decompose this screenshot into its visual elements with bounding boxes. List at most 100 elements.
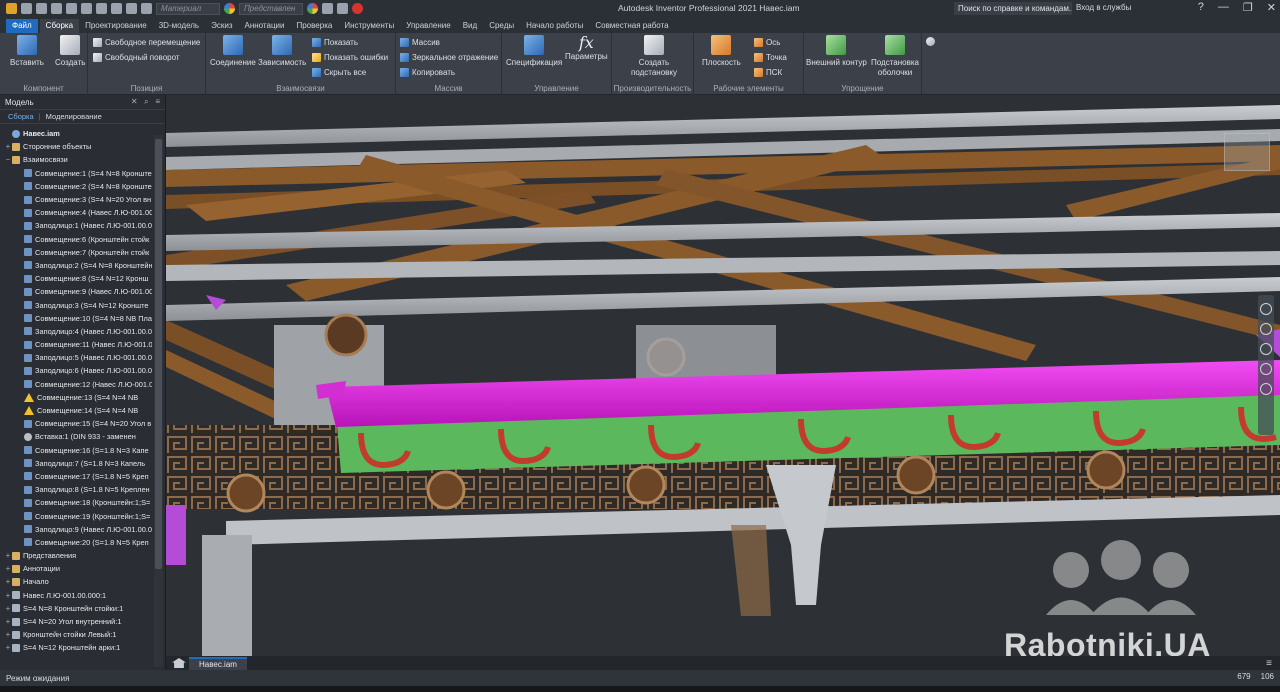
- tree-row[interactable]: + Навес Л.Ю-001.00.000:1: [0, 589, 152, 602]
- tab-collaborate[interactable]: Совместная работа: [589, 19, 674, 33]
- tree-row[interactable]: Совмещение:3 (S=4 N=20 Угол вн: [0, 193, 152, 206]
- material-select[interactable]: Материал: [156, 2, 220, 15]
- expand-icon[interactable]: +: [4, 617, 12, 626]
- expand-icon[interactable]: +: [4, 630, 12, 639]
- expand-icon[interactable]: +: [4, 577, 12, 586]
- tree-row[interactable]: Совмещение:4 (Навес Л.Ю-001.00: [0, 206, 152, 219]
- plus-icon[interactable]: [352, 3, 363, 14]
- expand-icon[interactable]: +: [4, 591, 12, 600]
- tree-row[interactable]: + S=4 N=20 Угол внутренний:1: [0, 615, 152, 628]
- save-icon[interactable]: [51, 3, 62, 14]
- insert-button[interactable]: Вставить: [10, 35, 44, 67]
- tree-row[interactable]: Совмещение:7 (Кронштейн стойк: [0, 246, 152, 259]
- tab-design[interactable]: Проектирование: [79, 19, 153, 33]
- look-at-icon[interactable]: [1260, 383, 1272, 395]
- tab-annotate[interactable]: Аннотации: [238, 19, 290, 33]
- tree-row[interactable]: + Кронштейн стойки Левый:1: [0, 628, 152, 641]
- tree-row[interactable]: Навес.iam: [0, 127, 152, 140]
- tree-row[interactable]: + S=4 N=12 Кронштейн арки:1: [0, 641, 152, 654]
- tree-row[interactable]: Заподлицо:7 (S=1.8 N=3 Капель: [0, 457, 152, 470]
- help-search-input[interactable]: Поиск по справке и командам...: [954, 2, 1072, 15]
- pan-icon[interactable]: [1260, 323, 1272, 335]
- select-icon[interactable]: [126, 3, 137, 14]
- tree-row[interactable]: + Начало: [0, 575, 152, 588]
- tab-sketch[interactable]: Эскиз: [205, 19, 238, 33]
- tree-row[interactable]: Совмещение:19 (Кронштейн:1;S=: [0, 509, 152, 522]
- create-button[interactable]: Создать: [55, 35, 85, 67]
- pattern-button[interactable]: Массив: [400, 38, 440, 47]
- document-tab[interactable]: Навес.iam: [189, 656, 247, 670]
- fx-icon[interactable]: [337, 3, 348, 14]
- point-button[interactable]: Точка: [754, 53, 787, 62]
- orbit-icon[interactable]: [1260, 363, 1272, 375]
- tree-row[interactable]: + Представления: [0, 549, 152, 562]
- ribbon-options-button[interactable]: [926, 37, 935, 46]
- axis-button[interactable]: Ось: [754, 38, 780, 47]
- color-wheel-icon[interactable]: [141, 3, 152, 14]
- help-icon[interactable]: ?: [1198, 1, 1204, 14]
- close-icon[interactable]: ✕: [1267, 1, 1276, 14]
- expand-icon[interactable]: +: [4, 604, 12, 613]
- tree-row[interactable]: Заподлицо:1 (Навес Л.Ю-001.00.0: [0, 219, 152, 232]
- appearance-adjust-icon[interactable]: [307, 3, 318, 14]
- tree-row[interactable]: Совмещение:10 (S=4 N=8 NB Пла: [0, 312, 152, 325]
- tab-view[interactable]: Вид: [457, 19, 483, 33]
- hide-all-button[interactable]: Скрыть все: [312, 68, 366, 77]
- tree-row[interactable]: + S=4 N=8 Кронштейн стойки:1: [0, 602, 152, 615]
- tab-assemble[interactable]: Сборка: [39, 19, 80, 33]
- tree-row[interactable]: Заподлицо:8 (S=1.8 N=5 Креплен: [0, 483, 152, 496]
- tree-row[interactable]: Совмещение:8 (S=4 N=12 Кронш: [0, 272, 152, 285]
- tab-environments[interactable]: Среды: [483, 19, 520, 33]
- view-cube[interactable]: [1224, 133, 1270, 171]
- tree-row[interactable]: Совмещение:18 (Кронштейн:1;S=: [0, 496, 152, 509]
- expand-icon[interactable]: +: [4, 564, 12, 573]
- clear-appearance-icon[interactable]: [322, 3, 333, 14]
- tree-row[interactable]: Заподлицо:2 (S=4 N=8 Кронштейн: [0, 259, 152, 272]
- expand-icon[interactable]: +: [4, 643, 12, 652]
- free-rotate-button[interactable]: Свободный поворот: [93, 53, 180, 62]
- open-icon[interactable]: [36, 3, 47, 14]
- tree-row[interactable]: Совмещение:14 (S=4 N=4 NB: [0, 404, 152, 417]
- parameters-button[interactable]: fx Параметры: [565, 33, 608, 61]
- tab-file[interactable]: Файл: [6, 19, 38, 33]
- tab-inspect[interactable]: Проверка: [290, 19, 338, 33]
- tree-row[interactable]: − Взаимосвязи: [0, 153, 152, 166]
- tree-row[interactable]: Заподлицо:3 (S=4 N=12 Кронште: [0, 298, 152, 311]
- tree-row[interactable]: Заподлицо:9 (Навес Л.Ю-001.00.0: [0, 523, 152, 536]
- undo-icon[interactable]: [66, 3, 77, 14]
- tree-row[interactable]: Совмещение:15 (S=4 N=20 Угол в: [0, 417, 152, 430]
- tab-manage[interactable]: Управление: [400, 19, 456, 33]
- expand-icon[interactable]: +: [4, 142, 12, 151]
- shrinkwrap-substitute-button[interactable]: Подстановка оболочки: [870, 35, 920, 78]
- tree-row[interactable]: Совмещение:17 (S=1.8 N=5 Креп: [0, 470, 152, 483]
- joint-button[interactable]: Соединение: [210, 35, 256, 67]
- bom-button[interactable]: Спецификация: [506, 35, 562, 67]
- sign-in-link[interactable]: Вход в службы: [1076, 3, 1131, 12]
- home-icon[interactable]: [172, 658, 186, 668]
- tree-row[interactable]: Совмещение:20 (S=1.8 N=5 Креп: [0, 536, 152, 549]
- copy-button[interactable]: Копировать: [400, 68, 455, 77]
- tab-get-started[interactable]: Начало работы: [520, 19, 589, 33]
- graphics-viewport[interactable]: Rabotniki.UA: [166, 95, 1280, 656]
- tree-row[interactable]: + Аннотации: [0, 562, 152, 575]
- scrollbar-thumb[interactable]: [155, 139, 162, 569]
- menu-icon[interactable]: ≡: [1266, 658, 1272, 669]
- tree-row[interactable]: Совмещение:12 (Навес Л.Ю-001.0: [0, 378, 152, 391]
- appearance-select[interactable]: Представлен: [239, 2, 303, 15]
- redo-icon[interactable]: [81, 3, 92, 14]
- zoom-icon[interactable]: [1260, 343, 1272, 355]
- expand-icon[interactable]: +: [4, 551, 12, 560]
- mirror-button[interactable]: Зеркальное отражение: [400, 53, 498, 62]
- shrinkwrap-button[interactable]: Внешний контур: [806, 35, 867, 67]
- create-substitute-button[interactable]: Создать подстановку: [624, 35, 684, 78]
- tree-row[interactable]: Совмещение:9 (Навес Л.Ю-001.00: [0, 285, 152, 298]
- ucs-button[interactable]: ПСК: [754, 68, 782, 77]
- tree-row[interactable]: Заподлицо:6 (Навес Л.Ю-001.00.0: [0, 364, 152, 377]
- tree-scrollbar[interactable]: [154, 135, 163, 667]
- show-errors-button[interactable]: Показать ошибки: [312, 53, 388, 62]
- tree-row[interactable]: Вставка:1 (DIN 933 - заменен: [0, 430, 152, 443]
- update-icon[interactable]: [111, 3, 122, 14]
- show-button[interactable]: Показать: [312, 38, 358, 47]
- tree-row[interactable]: Совмещение:1 (S=4 N=8 Кронштейн: [0, 167, 152, 180]
- inventor-logo-icon[interactable]: [6, 3, 17, 14]
